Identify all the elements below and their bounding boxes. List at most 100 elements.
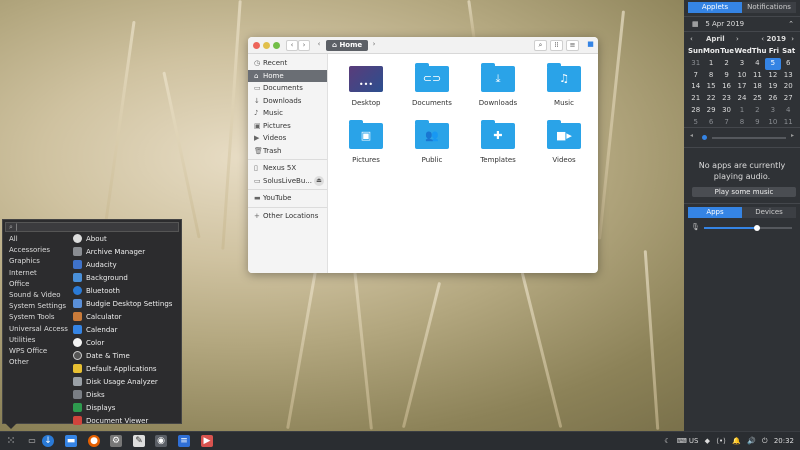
tab-devices[interactable]: Devices xyxy=(742,207,796,218)
menu-icon[interactable]: ≡ xyxy=(566,40,579,51)
calendar-day[interactable]: 9 xyxy=(719,70,734,82)
calendar-day[interactable]: 15 xyxy=(703,81,718,93)
calendar-day[interactable]: 13 xyxy=(781,70,796,82)
folder-desktop[interactable]: ••• Desktop xyxy=(336,66,396,107)
app-item[interactable]: Audacity xyxy=(69,259,181,272)
calendar-day[interactable]: 22 xyxy=(703,93,718,105)
sidebar-item-other-locations[interactable]: + Other Locations xyxy=(248,210,327,223)
files-icon[interactable]: ▬ xyxy=(65,435,77,447)
calendar-day[interactable]: 2 xyxy=(750,105,765,117)
keyboard-layout[interactable]: US xyxy=(689,437,699,445)
path-left-arrow[interactable]: ‹ xyxy=(313,40,325,51)
calendar-day[interactable]: 10 xyxy=(734,70,749,82)
category-system-settings[interactable]: System Settings xyxy=(3,301,69,312)
prev-month-button[interactable]: ‹ xyxy=(690,35,693,43)
folder-templates[interactable]: ✚ Templates xyxy=(468,120,528,164)
calendar-day[interactable]: 26 xyxy=(765,93,780,105)
maximize-button[interactable] xyxy=(273,42,280,49)
download-manager-icon[interactable]: ↓ xyxy=(42,435,54,447)
eject-icon[interactable]: ⏏ xyxy=(314,175,324,186)
media-next-icon[interactable]: ▸ xyxy=(791,132,794,139)
app-item[interactable]: About xyxy=(69,233,181,246)
calendar-day[interactable]: 29 xyxy=(703,105,718,117)
app-item[interactable]: Bluetooth xyxy=(69,285,181,298)
software-center-icon[interactable]: ◉ xyxy=(155,435,167,447)
calendar-day[interactable]: 11 xyxy=(750,70,765,82)
calendar-day[interactable]: 7 xyxy=(688,70,703,82)
calendar-day[interactable]: 25 xyxy=(750,93,765,105)
category-all[interactable]: All xyxy=(3,234,69,245)
close-button[interactable] xyxy=(253,42,260,49)
app-item[interactable]: Disks xyxy=(69,389,181,402)
calendar-day[interactable]: 27 xyxy=(781,93,796,105)
play-some-music-button[interactable]: Play some music xyxy=(692,187,796,197)
volume-slider-knob[interactable] xyxy=(753,225,760,231)
tab-apps[interactable]: Apps xyxy=(688,207,742,218)
folder-music[interactable]: ♫ Music xyxy=(534,63,594,107)
folder-public[interactable]: 👥 Public xyxy=(402,120,462,164)
media-position-knob[interactable] xyxy=(702,135,707,140)
sidebar-item-nexus[interactable]: ▯ Nexus 5X xyxy=(248,162,327,175)
category-system-tools[interactable]: System Tools xyxy=(3,312,69,323)
calendar-day[interactable]: 3 xyxy=(765,105,780,117)
category-sound-video[interactable]: Sound & Video xyxy=(3,290,69,301)
sidebar-item-home[interactable]: ⌂ Home xyxy=(248,69,327,82)
category-other[interactable]: Other xyxy=(3,357,69,368)
volume-slider[interactable] xyxy=(704,225,792,231)
app-item[interactable]: Color xyxy=(69,337,181,350)
calendar-day[interactable]: 24 xyxy=(734,93,749,105)
show-desktop-icon[interactable]: ▭ xyxy=(26,435,38,447)
calendar-day[interactable]: 16 xyxy=(719,81,734,93)
volume-icon[interactable]: 🔊 xyxy=(747,437,756,445)
media-prev-icon[interactable]: ◂ xyxy=(690,132,693,139)
sidebar-item-recent[interactable]: ◷ Recent xyxy=(248,57,327,70)
text-editor-icon[interactable]: ✎ xyxy=(133,435,145,447)
dropbox-icon[interactable]: ◆ xyxy=(705,437,710,445)
media-player-icon[interactable]: ▶ xyxy=(201,435,213,447)
night-light-icon[interactable]: ☾ xyxy=(664,437,670,445)
firefox-icon[interactable]: ● xyxy=(88,435,100,447)
forward-button[interactable]: › xyxy=(298,40,310,51)
category-wps-office[interactable]: WPS Office xyxy=(3,346,69,357)
clock[interactable]: 20:32 xyxy=(774,437,794,445)
sidebar-item-music[interactable]: ♪ Music xyxy=(248,107,327,120)
calendar-day[interactable]: 20 xyxy=(781,81,796,93)
document-writer-icon[interactable]: ≡ xyxy=(178,435,190,447)
app-item[interactable]: Budgie Desktop Settings xyxy=(69,298,181,311)
calendar-day[interactable]: 6 xyxy=(781,58,796,70)
app-item[interactable]: Disk Usage Analyzer xyxy=(69,376,181,389)
app-item[interactable]: Calculator xyxy=(69,311,181,324)
calendar-day[interactable]: 8 xyxy=(703,70,718,82)
calendar-day[interactable]: 23 xyxy=(719,93,734,105)
app-item[interactable]: Date & Time xyxy=(69,350,181,363)
calendar-day-today[interactable]: 5 xyxy=(765,57,781,70)
sidebar-item-pictures[interactable]: ▣ Pictures xyxy=(248,120,327,133)
category-accessories[interactable]: Accessories xyxy=(3,245,69,256)
calendar-day[interactable]: 30 xyxy=(719,105,734,117)
calendar-day[interactable]: 17 xyxy=(734,81,749,93)
calendar-day[interactable]: 4 xyxy=(750,58,765,70)
folder-downloads[interactable]: ⤓ Downloads xyxy=(468,63,528,107)
app-item[interactable]: Background xyxy=(69,272,181,285)
settings-icon[interactable]: ⚙ xyxy=(110,435,122,447)
app-item[interactable]: Calendar xyxy=(69,324,181,337)
category-graphics[interactable]: Graphics xyxy=(3,256,69,267)
category-internet[interactable]: Internet xyxy=(3,268,69,279)
sidebar-item-documents[interactable]: ▭ Documents xyxy=(248,82,327,95)
app-item[interactable]: Displays xyxy=(69,402,181,415)
calendar-day[interactable]: 1 xyxy=(734,105,749,117)
menu-search-input[interactable]: ⌕ | xyxy=(5,222,179,232)
collapse-chevron-icon[interactable]: ⌃ xyxy=(788,20,794,28)
network-icon[interactable]: ⟨•⟩ xyxy=(716,437,726,445)
folder-documents[interactable]: ⊂⊃ Documents xyxy=(402,63,462,107)
calendar-day[interactable]: 2 xyxy=(719,58,734,70)
sidebar-item-videos[interactable]: ▶ Videos xyxy=(248,132,327,145)
app-item[interactable]: Document Viewer xyxy=(69,415,181,428)
calendar-day[interactable]: 3 xyxy=(734,58,749,70)
sidebar-item-downloads[interactable]: ↓ Downloads xyxy=(248,95,327,108)
app-item[interactable]: Archive Manager xyxy=(69,246,181,259)
view-mode-icon[interactable]: ⁞⁞ xyxy=(550,40,563,51)
tab-notifications[interactable]: Notifications xyxy=(742,2,796,13)
calendar-day[interactable]: 12 xyxy=(765,70,780,82)
search-icon[interactable]: ⌕ xyxy=(534,40,547,51)
